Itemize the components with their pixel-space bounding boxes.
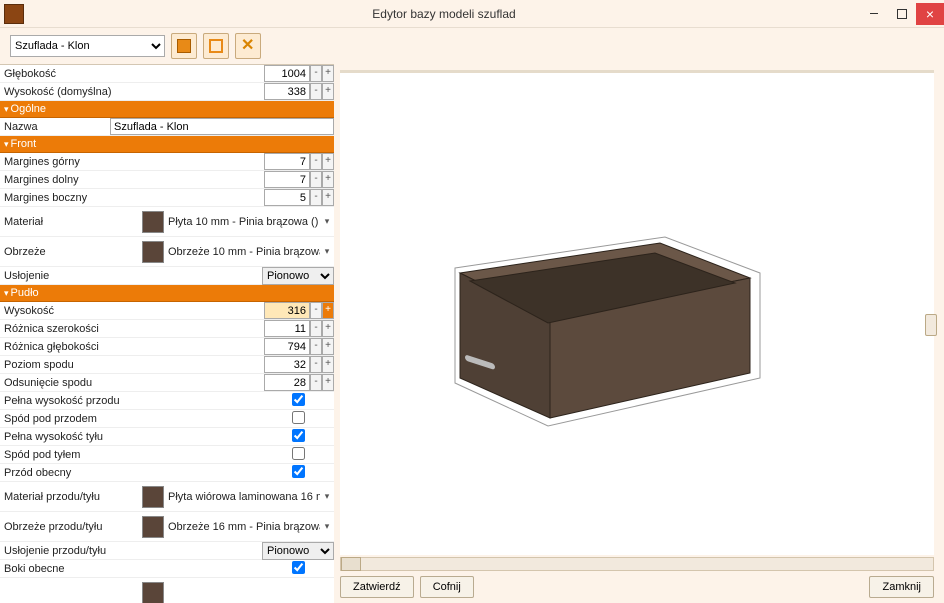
- full-front-height-check[interactable]: [292, 393, 305, 406]
- close-button[interactable]: ×: [916, 3, 944, 25]
- full-front-height-label: Pełna wysokość przodu: [0, 395, 262, 407]
- margin-side-label: Margines boczny: [0, 192, 264, 204]
- edge-value: Obrzeże 10 mm - Pinia brązowa (): [168, 246, 320, 258]
- box-height-input[interactable]: [264, 302, 310, 319]
- height-default-input[interactable]: [264, 83, 310, 100]
- front-present-label: Przód obecny: [0, 467, 262, 479]
- width-diff-input[interactable]: [264, 320, 310, 337]
- width-diff-label: Różnica szerokości: [0, 323, 264, 335]
- edge-fb-swatch-icon: [142, 516, 164, 538]
- confirm-button[interactable]: Zatwierdź: [340, 576, 414, 598]
- mat-fb-dropdown[interactable]: ▾: [320, 491, 334, 502]
- name-label: Nazwa: [0, 121, 110, 133]
- full-back-height-check[interactable]: [292, 429, 305, 442]
- margin-bottom-label: Margines dolny: [0, 174, 264, 186]
- category-front[interactable]: Front: [0, 136, 334, 153]
- minimize-button[interactable]: [860, 3, 888, 25]
- category-general[interactable]: Ogólne: [0, 101, 334, 118]
- mat-fb-value: Płyta wiórowa laminowana 16 mm -: [168, 491, 320, 503]
- horizontal-scroll-thumb[interactable]: [341, 557, 361, 571]
- edge-fb-value: Obrzeże 16 mm - Pinia brązowa (): [168, 521, 320, 533]
- extra-swatch-icon: [142, 582, 164, 603]
- grain-select[interactable]: Pionowo: [262, 267, 334, 285]
- material-value: Płyta 10 mm - Pinia brązowa (): [168, 216, 320, 228]
- window-title: Edytor bazy modeli szuflad: [28, 7, 860, 21]
- bottom-level-label: Poziom spodu: [0, 359, 264, 371]
- depth-diff-input[interactable]: [264, 338, 310, 355]
- drawer-3d-icon: [430, 223, 770, 433]
- maximize-button[interactable]: [888, 3, 916, 25]
- vertical-scroll-thumb[interactable]: [925, 314, 937, 336]
- depth-label: Głębokość: [0, 68, 264, 80]
- bottom-under-back-check[interactable]: [292, 447, 305, 460]
- spin-down[interactable]: -: [310, 65, 322, 82]
- bottom-level-input[interactable]: [264, 356, 310, 373]
- spin-up[interactable]: +: [322, 65, 334, 82]
- depth-diff-label: Różnica głębokości: [0, 341, 264, 353]
- model-select[interactable]: Szuflada - Klon: [10, 35, 165, 57]
- grain-label: Usłojenie: [0, 270, 262, 282]
- bottom-under-back-label: Spód pod tyłem: [0, 449, 262, 461]
- app-icon: [4, 4, 24, 24]
- name-input[interactable]: [110, 118, 334, 135]
- category-box[interactable]: Pudło: [0, 285, 334, 302]
- bottom-under-front-check[interactable]: [292, 411, 305, 424]
- edge-label: Obrzeże: [0, 246, 140, 258]
- mat-fb-label: Materiał przodu/tyłu: [0, 491, 140, 503]
- mat-fb-swatch-icon: [142, 486, 164, 508]
- full-back-height-label: Pełna wysokość tyłu: [0, 431, 262, 443]
- material-dropdown[interactable]: ▾: [320, 216, 334, 227]
- bottom-offset-label: Odsunięcie spodu: [0, 377, 264, 389]
- sides-present-label: Boki obecne: [0, 563, 262, 575]
- depth-input[interactable]: [264, 65, 310, 82]
- sides-present-check[interactable]: [292, 561, 305, 574]
- margin-top-input[interactable]: [264, 153, 310, 170]
- front-present-check[interactable]: [292, 465, 305, 478]
- margin-side-input[interactable]: [264, 189, 310, 206]
- box-height-label: Wysokość: [0, 305, 264, 317]
- grain-fb-label: Usłojenie przodu/tyłu: [0, 545, 262, 557]
- margin-top-label: Margines górny: [0, 156, 264, 168]
- spin-down[interactable]: -: [310, 83, 322, 100]
- edge-fb-label: Obrzeże przodu/tyłu: [0, 521, 140, 533]
- tool-outline-icon[interactable]: [203, 33, 229, 59]
- tool-delete-icon[interactable]: ✕: [235, 33, 261, 59]
- horizontal-scrollbar[interactable]: [340, 557, 934, 571]
- height-default-label: Wysokość (domyślna): [0, 86, 264, 98]
- material-swatch-icon: [142, 211, 164, 233]
- edge-swatch-icon: [142, 241, 164, 263]
- edge-fb-dropdown[interactable]: ▾: [320, 521, 334, 532]
- preview-3d[interactable]: [340, 70, 934, 555]
- bottom-offset-input[interactable]: [264, 374, 310, 391]
- close-dialog-button[interactable]: Zamknij: [869, 576, 934, 598]
- bottom-under-front-label: Spód pod przodem: [0, 413, 262, 425]
- tool-filled-icon[interactable]: [171, 33, 197, 59]
- material-label: Materiał: [0, 216, 140, 228]
- grain-fb-select[interactable]: Pionowo: [262, 542, 334, 560]
- spin-up[interactable]: +: [322, 83, 334, 100]
- edge-dropdown[interactable]: ▾: [320, 246, 334, 257]
- margin-bottom-input[interactable]: [264, 171, 310, 188]
- undo-button[interactable]: Cofnij: [420, 576, 474, 598]
- property-panel[interactable]: Głębokość -+ Wysokość (domyślna) -+ Ogólne…: [0, 64, 334, 603]
